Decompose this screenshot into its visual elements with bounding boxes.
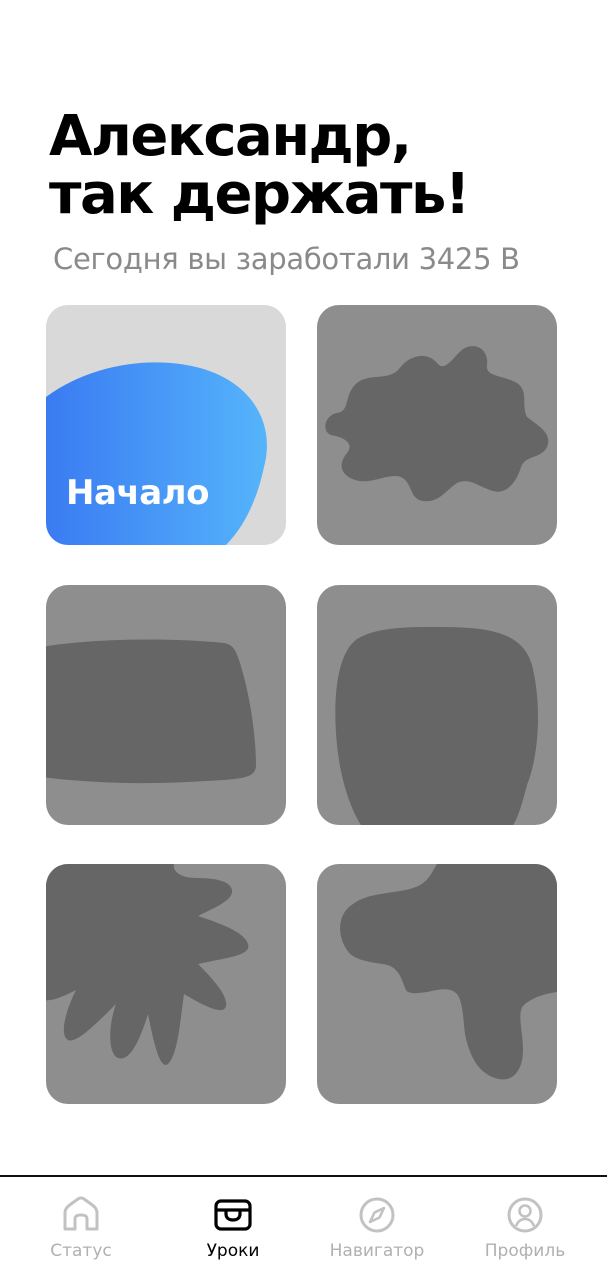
- inbox-icon: [214, 1199, 252, 1231]
- lesson-tile-locked[interactable]: [317, 585, 557, 825]
- tab-status[interactable]: Статус: [16, 1195, 146, 1265]
- tile-label-start: Начало: [66, 473, 209, 513]
- rounded-square-shape: [335, 627, 539, 825]
- greeting-line-1: Александр,: [49, 104, 412, 169]
- tab-label: Статус: [50, 1241, 112, 1261]
- lesson-tile-locked[interactable]: [317, 305, 557, 545]
- lesson-tile-locked[interactable]: [317, 864, 557, 1104]
- tab-profile[interactable]: Профиль: [460, 1195, 590, 1265]
- lesson-tile-locked[interactable]: [46, 864, 286, 1104]
- bottom-tab-bar: Статус Уроки Навигатор Профиль: [0, 1175, 607, 1280]
- profile-icon: [507, 1197, 543, 1233]
- greeting-line-2: так держать!: [49, 162, 470, 227]
- tab-label: Уроки: [206, 1241, 260, 1261]
- home-icon: [63, 1196, 99, 1231]
- cloud-shape: [340, 864, 557, 1080]
- earnings-subtitle: Сегодня вы заработали 3425 В: [53, 242, 520, 276]
- tab-navigator[interactable]: Навигатор: [312, 1195, 442, 1265]
- tab-label: Навигатор: [329, 1241, 425, 1261]
- starburst-shape: [46, 864, 249, 1065]
- pillow-shape: [46, 639, 256, 784]
- lessons-screen: Александр, так держать! Сегодня вы зараб…: [0, 0, 607, 1280]
- compass-icon: [359, 1197, 395, 1233]
- greeting-title: Александр, так держать!: [49, 104, 470, 227]
- tab-lessons[interactable]: Уроки: [168, 1195, 298, 1265]
- lesson-tile-locked[interactable]: [46, 585, 286, 825]
- lesson-tile-start[interactable]: Начало: [46, 305, 286, 545]
- tab-label: Профиль: [484, 1241, 566, 1261]
- splat-shape: [325, 346, 549, 502]
